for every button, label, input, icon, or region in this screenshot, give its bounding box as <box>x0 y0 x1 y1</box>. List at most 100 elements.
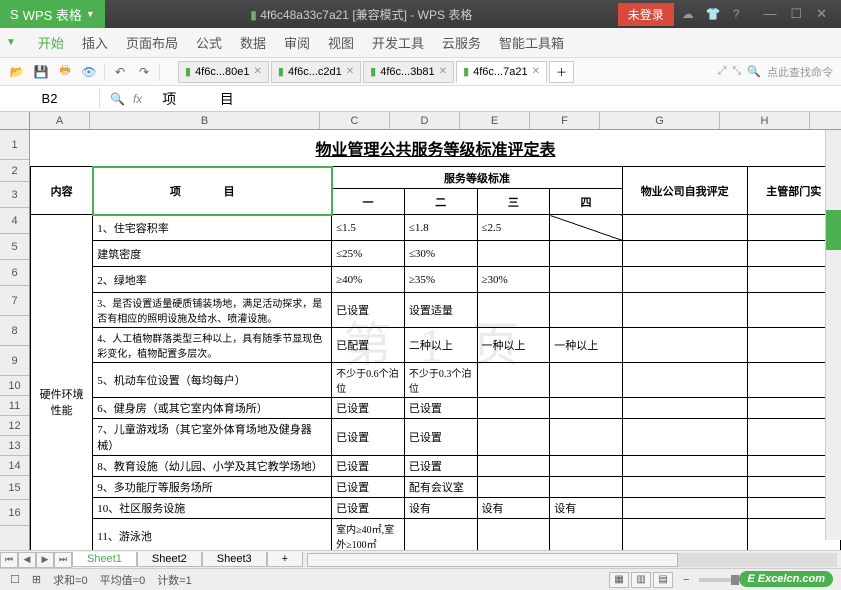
col-header[interactable]: F <box>530 112 600 129</box>
close-icon[interactable]: ✕ <box>439 66 447 77</box>
vertical-scrollbar[interactable] <box>825 130 841 540</box>
header-level: 二 <box>404 189 477 215</box>
file-tab[interactable]: ▮4f6c...c2d1✕ <box>271 61 361 83</box>
row-header[interactable]: 10 <box>0 376 29 396</box>
scrollbar-thumb[interactable] <box>307 553 678 567</box>
row-header[interactable]: 13 <box>0 436 29 456</box>
close-icon[interactable]: ✕ <box>532 66 540 77</box>
row-header[interactable]: 4 <box>0 208 29 234</box>
search-icon[interactable]: 🔍 <box>110 92 125 106</box>
fx-icon[interactable]: fx <box>133 92 142 106</box>
data-cell <box>550 456 623 477</box>
add-sheet-button[interactable]: + <box>267 552 303 567</box>
minimize-button[interactable]: — <box>763 6 776 22</box>
cell-reference[interactable]: B2 <box>0 89 100 108</box>
file-tab[interactable]: ▮4f6c...3b81✕ <box>363 61 454 83</box>
close-icon[interactable]: ✕ <box>346 66 354 77</box>
menu-layout[interactable]: 页面布局 <box>126 33 178 52</box>
zoom-thumb[interactable] <box>731 575 739 585</box>
row-header[interactable]: 3 <box>0 182 29 208</box>
item-cell: 5、机动车位设置（每均每户） <box>93 363 332 398</box>
row-header[interactable]: 9 <box>0 346 29 376</box>
collapse-icon[interactable]: ⤡ <box>732 65 741 78</box>
open-icon[interactable]: 📂 <box>8 63 26 81</box>
row-header[interactable]: 5 <box>0 234 29 260</box>
row-header[interactable]: 11 <box>0 396 29 416</box>
formula-value[interactable]: 项 目 <box>152 89 254 109</box>
view-page[interactable]: ▥ <box>631 572 651 588</box>
close-icon[interactable]: ✕ <box>254 66 262 77</box>
col-header[interactable]: B <box>90 112 320 129</box>
cloud-icon[interactable]: ☁ <box>682 7 694 21</box>
avg-label: 平均值=0 <box>100 572 146 588</box>
horizontal-scrollbar[interactable] <box>307 553 837 567</box>
sheet-tab[interactable]: Sheet1 <box>72 552 137 567</box>
data-cell: 二种以上 <box>404 328 477 363</box>
col-header[interactable]: D <box>390 112 460 129</box>
help-icon[interactable]: ? <box>733 7 740 21</box>
row-header[interactable]: 15 <box>0 476 29 500</box>
menu-insert[interactable]: 插入 <box>82 33 108 52</box>
col-header[interactable]: C <box>320 112 390 129</box>
sheet-nav-first[interactable]: ⏮ <box>0 552 18 568</box>
new-tab-button[interactable]: ＋ <box>549 61 574 83</box>
row-header[interactable]: 8 <box>0 316 29 346</box>
row-header[interactable]: 2 <box>0 160 29 182</box>
row-header[interactable]: 14 <box>0 456 29 476</box>
file-tab-active[interactable]: ▮4f6c...7a21✕ <box>456 61 547 83</box>
data-cell: 设有 <box>404 498 477 519</box>
skin-icon[interactable]: 👕 <box>706 7 721 21</box>
col-header[interactable]: G <box>600 112 720 129</box>
close-button[interactable]: ✕ <box>816 6 827 22</box>
sheet-nav-prev[interactable]: ◀ <box>18 552 36 568</box>
expand-icon[interactable]: ⤢ <box>718 65 727 78</box>
select-all[interactable] <box>0 112 30 129</box>
sheet-tab[interactable]: Sheet2 <box>137 552 202 567</box>
menu-view[interactable]: 视图 <box>328 33 354 52</box>
grid[interactable]: 第 1 页 物业管理公共服务等级标准评定表内容项 目服务等级标准物业公司自我评定… <box>30 130 841 550</box>
view-normal[interactable]: ▦ <box>609 572 629 588</box>
preview-icon[interactable]: 👁 <box>80 63 98 81</box>
maximize-button[interactable]: ☐ <box>790 6 802 22</box>
menu-data[interactable]: 数据 <box>240 33 266 52</box>
menu-start[interactable]: 开始 <box>38 33 64 52</box>
file-tab[interactable]: ▮4f6c...80e1✕ <box>178 61 269 83</box>
item-cell: 9、多功能厅等服务场所 <box>93 477 332 498</box>
menu-smart[interactable]: 智能工具箱 <box>499 33 564 52</box>
dropdown-icon[interactable]: ▼ <box>86 9 95 19</box>
file-icon: ▮ <box>370 65 376 78</box>
menu-dev[interactable]: 开发工具 <box>372 33 424 52</box>
status-icon[interactable]: ⊞ <box>32 573 41 586</box>
sheet-nav-next[interactable]: ▶ <box>36 552 54 568</box>
login-button[interactable]: 未登录 <box>618 3 674 26</box>
menu-cloud[interactable]: 云服务 <box>442 33 481 52</box>
print-icon[interactable]: 🖶 <box>56 63 74 81</box>
status-icon[interactable]: ☐ <box>10 573 20 586</box>
menu-dropdown-icon[interactable]: ▼ <box>6 37 16 48</box>
row-header[interactable]: 7 <box>0 286 29 316</box>
undo-icon[interactable]: ↶ <box>111 63 129 81</box>
menu-formula[interactable]: 公式 <box>196 33 222 52</box>
col-header[interactable]: E <box>460 112 530 129</box>
col-header[interactable]: A <box>30 112 90 129</box>
row-header[interactable]: 12 <box>0 416 29 436</box>
col-header[interactable]: H <box>720 112 810 129</box>
count-label: 计数=1 <box>157 572 192 588</box>
row-header[interactable]: 16 <box>0 500 29 526</box>
header-item: 项 目 <box>93 167 332 215</box>
row-header[interactable]: 6 <box>0 260 29 286</box>
command-search[interactable]: ⤢ ⤡ 🔍 点此查找命令 <box>718 64 833 80</box>
scrollbar-thumb[interactable] <box>826 210 841 250</box>
redo-icon[interactable]: ↷ <box>135 63 153 81</box>
zoom-out[interactable]: − <box>683 574 689 586</box>
data-cell <box>550 398 623 419</box>
search-icon: 🔍 <box>747 65 761 78</box>
header-service: 服务等级标准 <box>332 167 623 189</box>
menu-review[interactable]: 审阅 <box>284 33 310 52</box>
sheet-nav-last[interactable]: ⏭ <box>54 552 72 568</box>
sheet-tab[interactable]: Sheet3 <box>202 552 267 567</box>
view-break[interactable]: ▤ <box>653 572 673 588</box>
save-icon[interactable]: 💾 <box>32 63 50 81</box>
row-header[interactable]: 1 <box>0 130 29 160</box>
data-cell <box>550 477 623 498</box>
